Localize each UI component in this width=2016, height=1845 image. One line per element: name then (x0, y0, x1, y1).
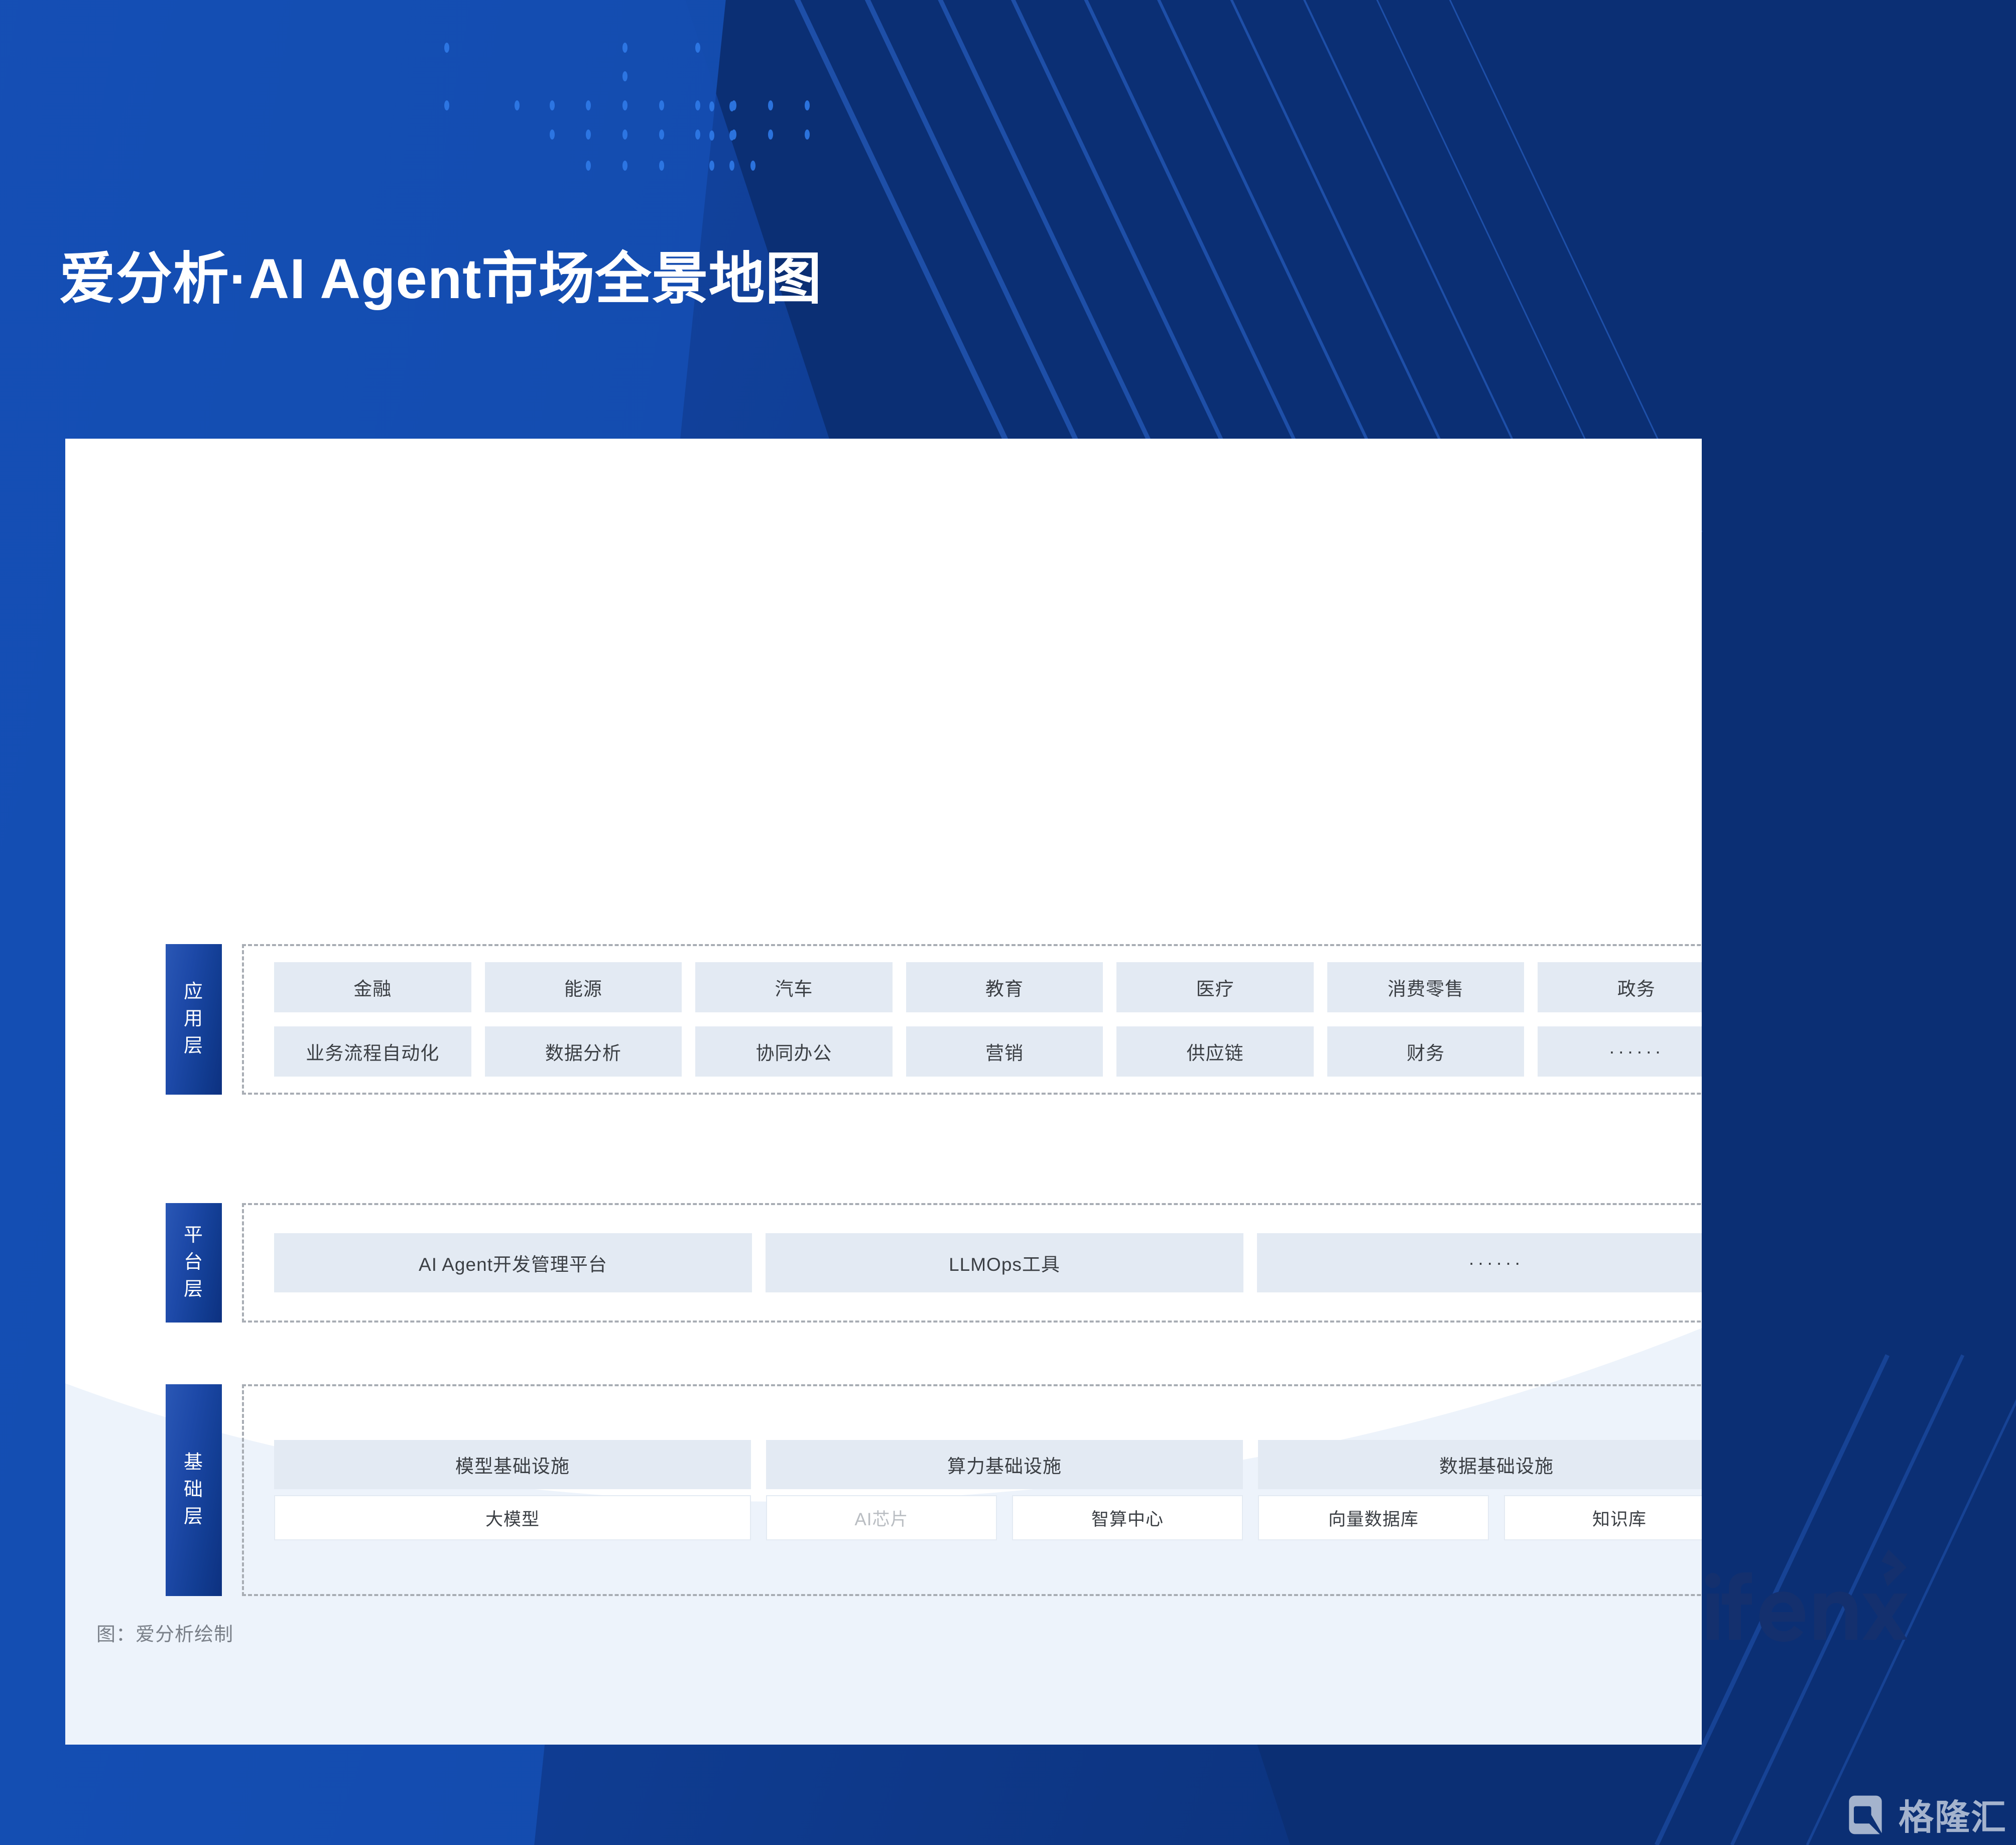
layer-tab-char: 层 (183, 1278, 204, 1300)
infra-group-compute: 算力基础设施 AI芯片 智算中心 (766, 1440, 1243, 1540)
infra-sub-tile[interactable]: 向量数据库 (1258, 1495, 1489, 1540)
infra-group-header[interactable]: 模型基础设施 (274, 1440, 751, 1489)
infra-group-data: 数据基础设施 向量数据库 知识库 (1258, 1440, 1702, 1540)
infra-sub-tile[interactable]: 智算中心 (1012, 1495, 1243, 1540)
layer-tab-char: 台 (183, 1252, 204, 1273)
layer-application-content: 金融 能源 汽车 教育 医疗 消费零售 政务 业务流程自动化 数据分析 协同办公… (242, 944, 1702, 1095)
ifenxi-logo-icon (1705, 1549, 1908, 1642)
infra-group-header[interactable]: 数据基础设施 (1258, 1440, 1702, 1489)
tile-platform-tool[interactable]: LLMOps工具 (766, 1233, 1243, 1292)
layer-platform-content: AI Agent开发管理平台 LLMOps工具 ······ (242, 1203, 1702, 1323)
infra-sub-tile[interactable]: AI芯片 (766, 1495, 997, 1540)
tile-scenario[interactable]: 协同办公 (695, 1026, 893, 1077)
infra-sub-tile[interactable]: 知识库 (1504, 1495, 1702, 1540)
layer-tab-char: 层 (183, 1035, 204, 1057)
application-industries-row: 金融 能源 汽车 教育 医疗 消费零售 政务 (274, 962, 1702, 1012)
infra-subs: 向量数据库 知识库 (1258, 1495, 1702, 1540)
infra-subs: AI芯片 智算中心 (766, 1495, 1243, 1540)
tile-industry[interactable]: 医疗 (1116, 962, 1314, 1012)
application-scenarios-row: 业务流程自动化 数据分析 协同办公 营销 供应链 财务 ······ (274, 1026, 1702, 1077)
tile-industry[interactable]: 消费零售 (1327, 962, 1525, 1012)
watermark-text: 格隆汇 (1899, 1798, 2007, 1837)
content-card: 应 用 层 金融 能源 汽车 教育 医疗 消费零售 政务 业务流程自动化 数据分… (65, 439, 1702, 1745)
layer-tab-char: 础 (183, 1479, 204, 1501)
platform-tools-row: AI Agent开发管理平台 LLMOps工具 ······ (274, 1233, 1702, 1292)
layer-infrastructure-content: 模型基础设施 大模型 算力基础设施 AI芯片 智算中心 数据基础设施 向量数据库… (242, 1384, 1702, 1596)
source-note: 图：爱分析绘制 (96, 1624, 234, 1645)
tile-scenario-more[interactable]: ······ (1538, 1026, 1702, 1077)
tile-industry[interactable]: 能源 (484, 962, 682, 1012)
infra-sub-tile[interactable]: 大模型 (274, 1495, 751, 1540)
tile-platform-tool[interactable]: AI Agent开发管理平台 (274, 1233, 752, 1292)
layer-tab-char: 层 (183, 1506, 204, 1527)
layer-tab-platform: 平 台 层 (166, 1203, 222, 1323)
tile-scenario[interactable]: 供应链 (1116, 1026, 1314, 1077)
tile-scenario[interactable]: 数据分析 (484, 1026, 682, 1077)
infra-group-header[interactable]: 算力基础设施 (766, 1440, 1243, 1489)
layer-tab-char: 基 (183, 1452, 204, 1474)
infra-group-model: 模型基础设施 大模型 (274, 1440, 751, 1540)
tile-industry[interactable]: 政务 (1538, 962, 1702, 1012)
page-title: 爱分析·AI Agent市场全景地图 (59, 247, 822, 310)
infrastructure-groups-row: 模型基础设施 大模型 算力基础设施 AI芯片 智算中心 数据基础设施 向量数据库… (274, 1440, 1702, 1540)
layer-tab-char: 用 (183, 1008, 204, 1030)
tile-platform-more[interactable]: ······ (1257, 1233, 1702, 1292)
watermark-gelonghui: 格隆汇 (1841, 1789, 2007, 1840)
tile-industry[interactable]: 教育 (906, 962, 1103, 1012)
layer-application: 应 用 层 金融 能源 汽车 教育 医疗 消费零售 政务 业务流程自动化 数据分… (166, 944, 1702, 1095)
gelonghui-g-logo-icon (1849, 1795, 1882, 1834)
tile-scenario[interactable]: 财务 (1327, 1026, 1525, 1077)
layer-tab-application: 应 用 层 (166, 944, 222, 1095)
tile-scenario[interactable]: 营销 (906, 1026, 1103, 1077)
layer-tab-char: 应 (183, 981, 204, 1003)
layer-tab-infrastructure: 基 础 层 (166, 1384, 222, 1596)
layer-tab-char: 平 (183, 1225, 204, 1246)
tile-industry[interactable]: 金融 (274, 962, 471, 1012)
layer-infrastructure: 基 础 层 模型基础设施 大模型 算力基础设施 AI芯片 智算中心 数据基础设施… (166, 1384, 1702, 1596)
layer-platform: 平 台 层 AI Agent开发管理平台 LLMOps工具 ······ (166, 1203, 1702, 1323)
infra-subs: 大模型 (274, 1495, 751, 1540)
tile-scenario[interactable]: 业务流程自动化 (274, 1026, 471, 1077)
tile-industry[interactable]: 汽车 (695, 962, 893, 1012)
